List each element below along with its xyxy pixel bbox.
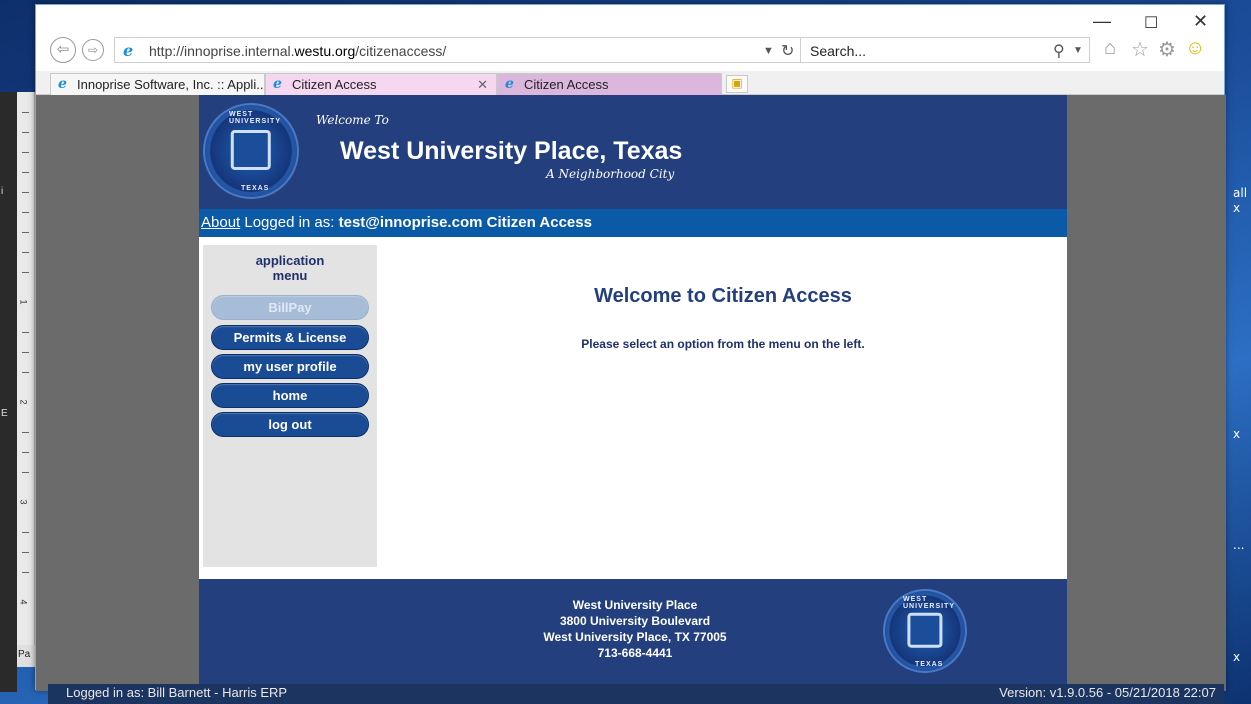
seal-text: TEXAS [241,185,270,192]
city-seal-icon: WEST UNIVERSITY TEXAS [203,103,299,199]
ie-page-icon: e [123,41,134,60]
login-status-bar: About Logged in as: test@innoprise.com C… [199,209,1067,237]
address-url: http://innoprise.internal.westu.org/citi… [149,43,447,59]
back-icon[interactable]: ⇦ [50,37,76,63]
tab-close-icon[interactable]: ✕ [477,77,488,93]
tab-label: Innoprise Software, Inc. :: Appli... [77,77,265,92]
new-tab-icon[interactable]: ▣ [726,75,748,93]
browser-window: ⇦ ⇨ e http://innoprise.internal.westu.or… [35,4,1226,691]
footer-phone: 713-668-4441 [597,646,673,660]
ie-tab-icon: e [505,76,514,92]
city-tagline: A Neighborhood City [546,167,675,181]
refresh-icon[interactable]: ↻ [781,41,794,61]
minimize-icon[interactable]: — [1093,11,1111,32]
address-dropdown-icon[interactable]: ▼ [763,45,774,57]
tab-innoprise[interactable]: e Innoprise Software, Inc. :: Appli... [50,73,265,95]
footer-line: West University Place, TX 77005 [543,630,727,644]
footer-line: West University Place [572,598,698,612]
gear-icon[interactable]: ⚙ [1158,37,1176,62]
search-icon[interactable]: ⚲ [1053,41,1065,61]
document-page-tab[interactable]: Pa [17,645,35,667]
menu-title: application menu [255,253,325,283]
seal-text: WEST UNIVERSITY [903,596,956,610]
home-button[interactable]: home [211,383,369,408]
permits-license-button[interactable]: Permits & License [211,325,369,350]
tab-label: Citizen Access [524,77,609,92]
welcome-to-text: Welcome To [316,113,389,127]
side-letter: i [1,186,4,197]
tab-label: Citizen Access [292,77,377,92]
desktop-text: all [1233,186,1248,200]
seal-text: TEXAS [915,661,944,668]
document-ruler: 1 2 3 4 [17,92,35,647]
user-profile-button[interactable]: my user profile [211,354,369,379]
house-icon [230,129,272,171]
footer-address: West University Place 3800 University Bo… [499,597,771,661]
tab-citizen-access[interactable]: e Citizen Access [497,73,722,95]
citizen-access-page: WEST UNIVERSITY TEXAS Welcome To West Un… [199,95,1067,691]
desktop-text: ... [1233,538,1245,552]
forward-icon[interactable]: ⇨ [82,39,104,61]
logged-in-label: Logged in as: [240,214,339,231]
tab-citizen-access-active[interactable]: e Citizen Access ✕ [265,73,497,95]
search-box[interactable]: Search... ⚲ ▼ [800,37,1090,63]
site-footer: West University Place 3800 University Bo… [199,579,1067,691]
logout-button[interactable]: log out [211,412,369,437]
page-title: Welcome to Citizen Access [594,285,852,307]
status-logged-in-user: Logged in as: Bill Barnett - Harris ERP [66,685,288,700]
house-icon [907,612,943,648]
smiley-feedback-icon[interactable]: ☺ [1185,37,1205,60]
home-icon[interactable]: ⌂ [1104,37,1116,60]
ruler-number: 2 [18,399,29,405]
search-input[interactable]: Search... [810,43,866,59]
status-version: Version: v1.9.0.56 - 05/21/2018 22:07 [999,685,1216,700]
side-letter: E [1,408,8,419]
desktop-text: x [1233,201,1241,215]
background-document-side: i E [0,92,17,692]
seal-text: WEST UNIVERSITY [229,111,282,125]
ruler-number: 4 [18,599,29,605]
page-viewport: WEST UNIVERSITY TEXAS Welcome To West Un… [36,95,1226,691]
app-name: Citizen Access [482,214,592,231]
ie-tab-icon: e [273,76,282,92]
about-link[interactable]: About [201,214,240,231]
logged-in-user: test@innoprise.com [338,214,483,231]
footer-line: 3800 University Boulevard [559,614,711,628]
desktop-text: x [1233,427,1241,441]
tab-bar: e Innoprise Software, Inc. :: Appli... e… [36,71,1224,95]
favorites-star-icon[interactable]: ☆ [1131,37,1149,62]
site-header: WEST UNIVERSITY TEXAS Welcome To West Un… [199,95,1067,209]
close-icon[interactable]: ✕ [1193,11,1208,32]
desktop-text: x [1233,650,1241,664]
ruler-number: 3 [18,499,29,505]
ie-tab-icon: e [58,76,67,92]
page-instructions: Please select an option from the menu on… [581,337,865,351]
billpay-button[interactable]: BillPay [211,295,369,320]
city-title: West University Place, Texas [340,137,683,165]
address-bar[interactable]: e http://innoprise.internal.westu.org/ci… [114,37,804,63]
browser-toolbar: ⇦ ⇨ e http://innoprise.internal.westu.or… [36,5,1224,71]
maximize-icon[interactable]: ☐ [1144,13,1158,33]
footer-seal-icon: WEST UNIVERSITY TEXAS [883,589,967,673]
search-dropdown-icon[interactable]: ▼ [1073,45,1083,56]
ruler-number: 1 [18,299,29,305]
app-status-bar: Logged in as: Bill Barnett - Harris ERP … [48,684,1224,704]
application-menu: application menu BillPay Permits & Licen… [203,245,377,567]
